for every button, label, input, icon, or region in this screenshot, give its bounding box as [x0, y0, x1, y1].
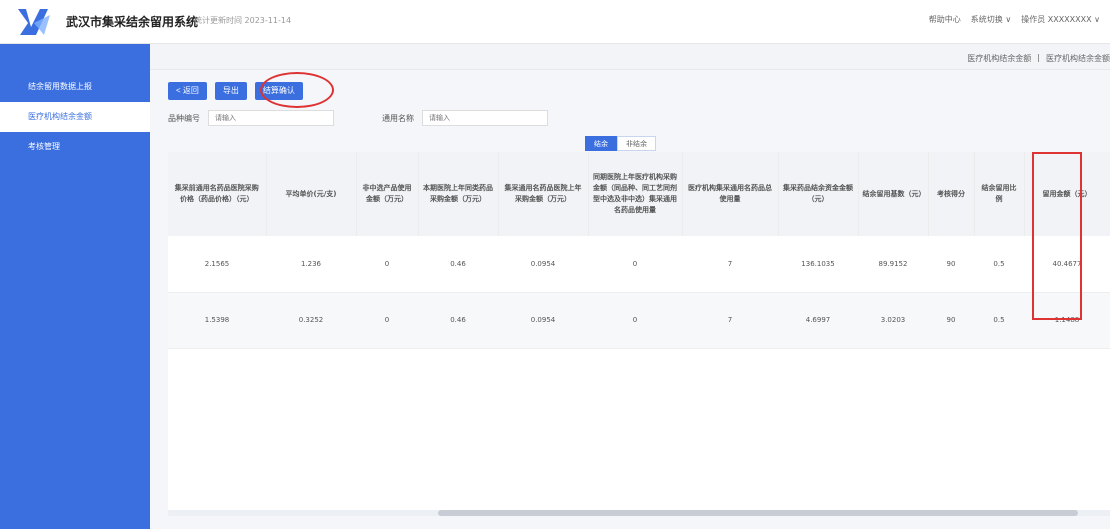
back-button[interactable]: < 返回: [168, 82, 207, 100]
sidebar-item-institution-balance[interactable]: 医疗机构结余金额: [0, 102, 150, 132]
segment-tabs: 结余 非结余: [585, 136, 656, 151]
sidebar-item-assessment[interactable]: 考核管理: [0, 132, 150, 162]
table-cell: 3.0203: [858, 292, 928, 349]
sidebar: 结余留用数据上报 医疗机构结余金额 考核管理: [0, 44, 150, 529]
table-cell: 2.1565: [168, 236, 266, 293]
table-row[interactable]: 2.1565 1.236 0 0.46 0.0954 0 7 136.1035 …: [168, 236, 1110, 293]
breadcrumb-item[interactable]: 医疗机构结余金额: [1046, 53, 1110, 64]
table-cell: 7: [682, 292, 778, 349]
help-center-link[interactable]: 帮助中心: [929, 14, 961, 25]
table-cell: 89.9152: [858, 236, 928, 293]
main-panel: < 返回 导出 结算确认 品种编号 通用名称 结余 非结余 集采前通用名药品医院…: [150, 70, 1110, 529]
app-subtitle: 统计更新时间 2023-11-14: [194, 16, 292, 25]
column-header: 本期医院上年同类药品采购金额（万元）: [418, 152, 499, 236]
tab-non-balance[interactable]: 非结余: [617, 136, 656, 151]
name-input[interactable]: [422, 110, 548, 126]
export-button[interactable]: 导出: [214, 82, 247, 100]
table-cell: 0: [588, 236, 682, 293]
column-header: 非中选产品使用金额（万元）: [356, 152, 419, 236]
table-cell: 4.6997: [778, 292, 858, 349]
system-switch-menu[interactable]: 系统切换 ∨: [971, 14, 1011, 25]
table-cell: 136.1035: [778, 236, 858, 293]
table-cell: 0.46: [418, 292, 498, 349]
table-cell: 0.3252: [266, 292, 356, 349]
app-logo-icon: [18, 9, 50, 35]
table-cell: 1.236: [266, 236, 356, 293]
horizontal-scrollbar[interactable]: [168, 510, 1110, 516]
column-header: 结余留用基数（元）: [858, 152, 929, 236]
code-label: 品种编号: [168, 113, 200, 123]
annotation-circle: [260, 72, 334, 108]
breadcrumb-item[interactable]: 医疗机构结余金额: [967, 53, 1031, 64]
table-cell: 0.5: [974, 236, 1024, 293]
top-bar: 武汉市集采结余留用系统 统计更新时间 2023-11-14 帮助中心 系统切换 …: [0, 0, 1110, 44]
table-cell: 0.0954: [498, 236, 588, 293]
user-menu[interactable]: 操作员 XXXXXXXX ∨: [1021, 14, 1100, 25]
app-title: 武汉市集采结余留用系统: [66, 15, 199, 29]
column-header: 考核得分: [928, 152, 975, 236]
scrollbar-thumb[interactable]: [438, 510, 1078, 516]
filter-bar: 品种编号 通用名称: [168, 110, 548, 126]
table-cell: 0.0954: [498, 292, 588, 349]
table-cell: 7: [682, 236, 778, 293]
column-header: 结余留用比例: [974, 152, 1025, 236]
table-cell: 90: [928, 292, 974, 349]
annotation-box: [1032, 152, 1082, 320]
name-label: 通用名称: [382, 113, 414, 123]
column-header: 集采通用名药品医院上年采购金额（万元）: [498, 152, 589, 236]
code-input[interactable]: [208, 110, 334, 126]
column-header: 医疗机构集采通用名药品总使用量: [682, 152, 779, 236]
table-row[interactable]: 1.5398 0.3252 0 0.46 0.0954 0 7 4.6997 3…: [168, 292, 1110, 349]
column-header: 集采药品结余资金金额（元）: [778, 152, 859, 236]
table-cell: 0: [588, 292, 682, 349]
table-cell: 90: [928, 236, 974, 293]
table-cell: 0.46: [418, 236, 498, 293]
breadcrumb: 医疗机构结余金额 | 医疗机构结余金额: [150, 44, 1110, 70]
column-header: 平均单价(元/支): [266, 152, 357, 236]
header-links: 帮助中心 系统切换 ∨ 操作员 XXXXXXXX ∨: [929, 14, 1100, 25]
table-cell: 0: [356, 236, 418, 293]
column-header: 同期医院上年医疗机构采购金额（同品种、同工艺同剂型中选及非中选）集采通用名药品使…: [588, 152, 683, 236]
table-cell: 1.5398: [168, 292, 266, 349]
sidebar-item-data-report[interactable]: 结余留用数据上报: [0, 72, 150, 102]
table-header-row: 集采前通用名药品医院采购价格（药品价格）（元） 平均单价(元/支) 非中选产品使…: [168, 152, 1110, 236]
table-cell: 0.5: [974, 292, 1024, 349]
table-cell: 0: [356, 292, 418, 349]
data-table: 集采前通用名药品医院采购价格（药品价格）（元） 平均单价(元/支) 非中选产品使…: [168, 152, 1110, 510]
column-header: 集采前通用名药品医院采购价格（药品价格）（元）: [168, 152, 267, 236]
tab-balance[interactable]: 结余: [585, 136, 617, 151]
